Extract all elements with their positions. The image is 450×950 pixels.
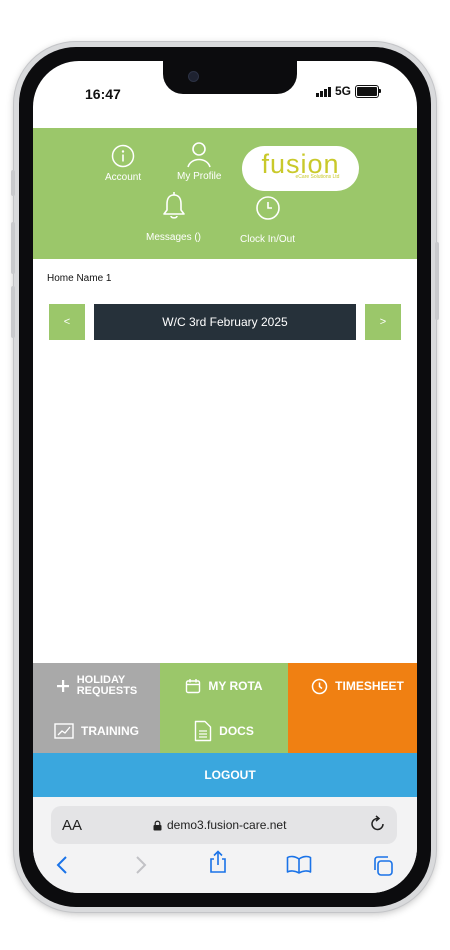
training-label: TRAINING <box>81 724 139 738</box>
document-icon <box>194 720 212 742</box>
home-name: Home Name 1 <box>47 273 112 284</box>
clock-icon <box>311 678 328 694</box>
plus-icon <box>56 680 69 692</box>
camera <box>188 71 199 82</box>
holiday-requests-button[interactable]: HOLIDAY REQUESTS <box>33 663 160 709</box>
holiday-label: HOLIDAY REQUESTS <box>77 675 138 697</box>
clock-in-out-button[interactable]: Clock In/Out <box>240 195 295 245</box>
week-label: W/C 3rd February 2025 <box>94 304 356 340</box>
status-indicators: 5G <box>315 84 381 98</box>
info-icon <box>111 144 135 168</box>
my-profile-button[interactable]: My Profile <box>177 140 221 182</box>
rota-label: MY ROTA <box>208 679 263 693</box>
calendar-icon <box>186 679 201 694</box>
bookmarks-icon[interactable] <box>286 855 312 875</box>
logo-subtext: eCare Solutions Ltd <box>295 174 340 180</box>
training-button[interactable]: TRAINING <box>33 709 160 753</box>
timesheet-label: TIMESHEET <box>335 679 404 693</box>
status-time: 16:47 <box>85 86 121 102</box>
clock-label: Clock In/Out <box>240 234 296 245</box>
phone-bezel: 16:47 5G Account My Profile fusion eCare… <box>19 47 431 907</box>
messages-label: Messages () <box>146 232 202 243</box>
logout-button[interactable]: LOGOUT <box>33 753 417 797</box>
back-icon[interactable] <box>55 855 71 875</box>
messages-button[interactable]: Messages () <box>146 192 201 243</box>
next-week-button[interactable]: > <box>365 304 401 340</box>
bell-icon <box>162 192 185 219</box>
forward-icon[interactable] <box>133 855 149 875</box>
text-size-button[interactable]: AA <box>62 817 82 834</box>
notch <box>163 61 297 94</box>
holiday-label-line2: REQUESTS <box>76 685 138 697</box>
url-text: demo3.fusion-care.net <box>167 818 287 832</box>
person-icon <box>187 142 211 168</box>
tabs-icon[interactable] <box>372 855 394 877</box>
url-display: demo3.fusion-care.net <box>153 818 286 832</box>
account-label: Account <box>105 172 142 183</box>
reload-icon[interactable] <box>368 814 388 834</box>
timesheet-button[interactable]: TIMESHEET <box>288 663 417 709</box>
address-bar[interactable]: AA demo3.fusion-care.net <box>51 806 397 844</box>
docs-label: DOCS <box>219 724 254 738</box>
phone-screen: 16:47 5G Account My Profile fusion eCare… <box>33 61 417 893</box>
volume-up-button <box>11 222 15 274</box>
phone-frame: 16:47 5G Account My Profile fusion eCare… <box>11 42 439 912</box>
my-rota-button[interactable]: MY ROTA <box>160 663 288 709</box>
volume-down-button <box>11 286 15 338</box>
chart-icon <box>54 723 74 739</box>
browser-toolbar: AA demo3.fusion-care.net <box>33 797 417 893</box>
account-button[interactable]: Account <box>105 144 141 183</box>
docs-button[interactable]: DOCS <box>160 709 288 753</box>
power-button <box>435 242 439 320</box>
signal-icon <box>315 86 331 97</box>
battery-icon <box>355 84 381 98</box>
share-icon[interactable] <box>207 850 229 874</box>
empty-tile <box>288 709 417 753</box>
network-type: 5G <box>334 84 351 98</box>
app-header: Account My Profile fusion eCare Solution… <box>33 128 417 259</box>
fusion-logo: fusion eCare Solutions Ltd <box>242 146 359 191</box>
clock-icon <box>255 196 280 220</box>
lock-icon <box>153 820 162 830</box>
mute-switch <box>11 170 15 196</box>
profile-label: My Profile <box>177 171 222 182</box>
previous-week-button[interactable]: < <box>49 304 85 340</box>
